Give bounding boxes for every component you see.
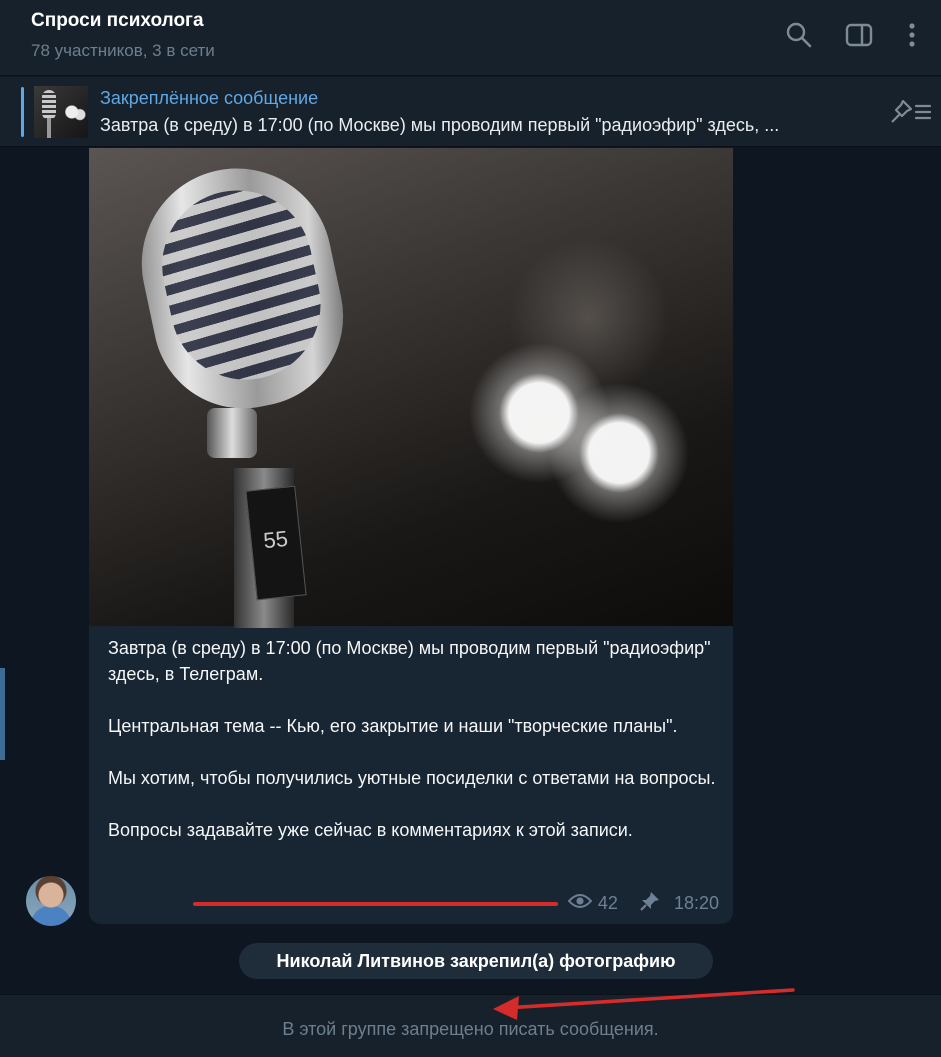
sidebar-toggle-icon[interactable] <box>844 20 874 50</box>
microphone-neck <box>207 408 257 458</box>
message-text: Завтра (в среду) в 17:00 (по Москве) мы … <box>108 635 718 869</box>
pinned-preview-text: Завтра (в среду) в 17:00 (по Москве) мы … <box>100 115 780 135</box>
pinned-title: Закреплённое сообщение <box>100 88 319 108</box>
more-vertical-icon[interactable] <box>897 20 927 50</box>
chat-header[interactable]: Спроси психолога 78 участников, 3 в сети <box>0 0 941 76</box>
message-paragraph: Мы хотим, чтобы получились уютные посиде… <box>108 768 716 788</box>
message-bubble[interactable]: 55 Завтра (в среду) в 17:00 (по Москве) … <box>89 148 733 924</box>
pin-icon <box>640 891 660 916</box>
avatar[interactable] <box>26 876 76 926</box>
message-paragraph: Вопросы задавайте уже сейчас в комментар… <box>108 820 633 840</box>
pinned-message-bar[interactable]: Закреплённое сообщение Завтра (в среду) … <box>0 77 941 147</box>
chat-title[interactable]: Спроси психолога <box>31 10 204 32</box>
scroll-indicator[interactable] <box>0 668 5 760</box>
chat-members-status: 78 участников, 3 в сети <box>31 41 215 60</box>
view-count: 42 <box>597 893 618 913</box>
unpin-icon[interactable] <box>890 98 932 126</box>
annotation-underline <box>193 902 558 906</box>
message-paragraph: Центральная тема -- Кью, его закрытие и … <box>108 716 678 736</box>
pinned-thumbnail <box>34 86 88 138</box>
microphone-label: 55 <box>245 485 307 601</box>
message-meta: 42 18:20 <box>567 891 719 916</box>
write-restriction-notice: В этой группе запрещено писать сообщения… <box>282 1019 659 1039</box>
message-time: 18:20 <box>673 893 719 913</box>
message-paragraph: Завтра (в среду) в 17:00 (по Москве) мы … <box>108 638 711 684</box>
composer-bar: В этой группе запрещено писать сообщения… <box>0 994 941 1057</box>
eye-icon <box>567 893 593 914</box>
message-photo[interactable]: 55 <box>89 148 733 628</box>
pinned-indicator <box>21 87 24 137</box>
service-message: Николай Литвинов закрепил(а) фотографию <box>239 943 713 979</box>
microphone-illustration <box>124 150 360 426</box>
search-icon[interactable] <box>784 20 814 50</box>
